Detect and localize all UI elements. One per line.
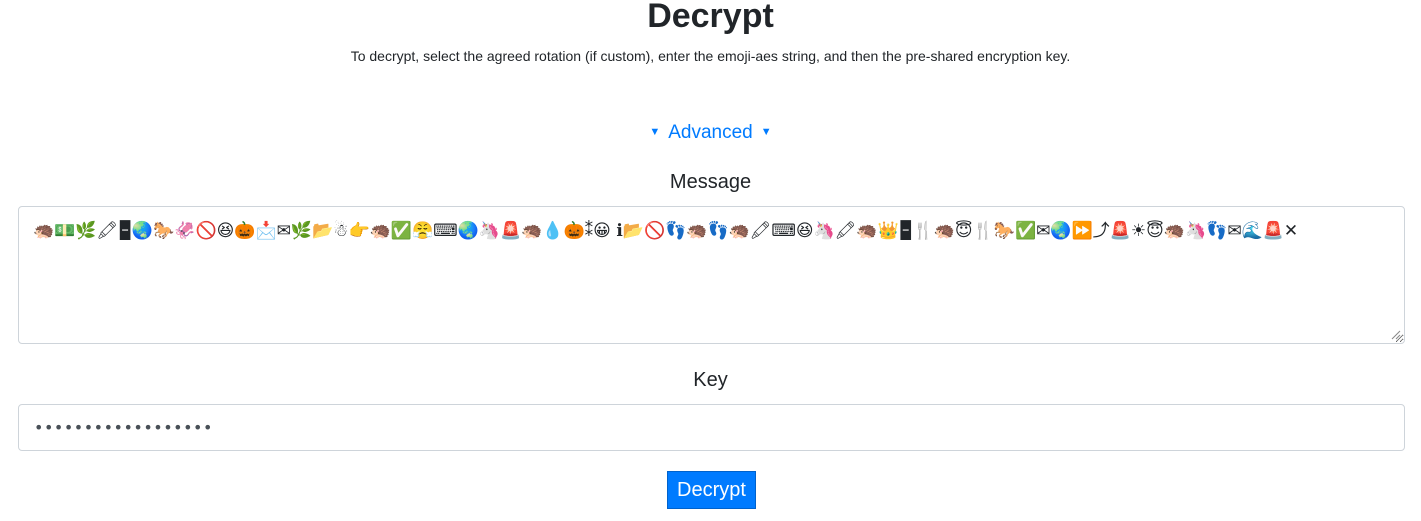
message-value: 🦔💵🌿🖍🁢🌏🐎🦑🚫😆🎃📩✉🌿📂☃👉🦔✅😤⌨🌏🦄🚨🦔💧🎃⁑😀 ℹ📂🚫👣🦔👣🦔🖍⌨😆… (33, 221, 1299, 241)
message-label: Message (669, 171, 752, 193)
resize-grip-icon[interactable] (1391, 330, 1401, 340)
decrypt-page: Decrypt To decrypt, select the agreed ro… (0, 0, 1421, 521)
message-textarea[interactable]: 🦔💵🌿🖍🁢🌏🐎🦑🚫😆🎃📩✉🌿📂☃👉🦔✅😤⌨🌏🦄🚨🦔💧🎃⁑😀 ℹ📂🚫👣🦔👣🦔🖍⌨😆… (18, 206, 1405, 344)
decrypt-button[interactable]: Decrypt (667, 471, 756, 509)
triangle-down-icon: ▼ (649, 126, 661, 138)
triangle-down-icon: ▼ (760, 126, 772, 138)
page-title: Decrypt (647, 0, 774, 35)
key-masked-value: •••••••••••••••••• (34, 418, 213, 437)
page-subtitle: To decrypt, select the agreed rotation (… (350, 48, 1071, 64)
advanced-toggle[interactable]: ▼ Advanced ▼ (0, 120, 1421, 145)
key-password-field[interactable]: •••••••••••••••••• (18, 404, 1405, 451)
advanced-toggle-label: Advanced (668, 122, 753, 143)
key-label: Key (693, 369, 728, 391)
